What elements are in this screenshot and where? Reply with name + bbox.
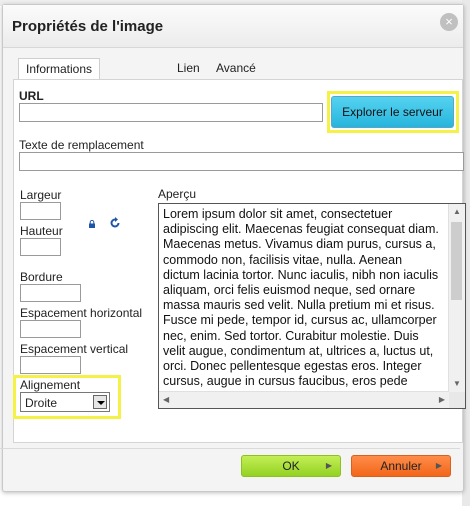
preview-box: Lorem ipsum dolor sit amet, consectetuer…	[158, 203, 466, 409]
height-input[interactable]	[20, 238, 61, 256]
close-button[interactable]: ×	[440, 13, 458, 31]
tab-link[interactable]: Lien	[170, 58, 207, 78]
hspace-label: Espacement horizontal	[20, 306, 143, 320]
preview-text: Lorem ipsum dolor sit amet, consectetuer…	[163, 207, 439, 390]
border-input[interactable]	[20, 284, 81, 302]
preview-label: Aperçu	[158, 187, 197, 201]
dialog-titlebar[interactable]: Propriétés de l'image ×	[3, 5, 463, 48]
alt-text-label: Texte de remplacement	[19, 138, 144, 152]
scroll-up-icon[interactable]: ▲	[453, 208, 461, 216]
footer-divider	[0, 448, 460, 449]
chevron-right-icon: ▶	[435, 461, 442, 470]
border-label: Bordure	[20, 270, 63, 284]
width-input[interactable]	[20, 202, 61, 220]
scroll-right-icon[interactable]: ▶	[439, 396, 445, 404]
width-label: Largeur	[20, 188, 62, 202]
cancel-button-label: Annuler	[380, 459, 422, 473]
alignment-label: Alignement	[20, 378, 81, 392]
alignment-select-value: Droite	[25, 396, 58, 410]
cancel-button[interactable]: Annuler ▶	[351, 455, 451, 477]
chevron-right-icon: ▶	[325, 461, 332, 470]
alt-text-input[interactable]	[19, 152, 464, 171]
height-label: Hauteur	[20, 224, 63, 238]
url-label: URL	[19, 89, 44, 103]
tab-advanced[interactable]: Avancé	[209, 58, 263, 78]
lock-icon[interactable]	[88, 220, 96, 228]
scroll-left-icon[interactable]: ◀	[163, 396, 169, 404]
ok-button[interactable]: OK ▶	[241, 455, 341, 477]
preview-scroll-thumb[interactable]	[451, 222, 462, 300]
alignment-select[interactable]: Droite	[20, 392, 110, 412]
ok-button-label: OK	[282, 459, 300, 473]
browse-server-button[interactable]: Explorer le serveur	[331, 96, 454, 128]
vspace-label: Espacement vertical	[20, 342, 129, 356]
scrollbar-corner	[449, 392, 465, 408]
preview-vertical-scrollbar[interactable]: ▲ ▼	[448, 204, 465, 392]
dialog-title: Propriétés de l'image	[12, 18, 164, 35]
tab-image-info[interactable]: Informations sur l'image	[18, 58, 101, 96]
preview-horizontal-scrollbar[interactable]: ◀ ▶	[159, 391, 449, 408]
hspace-input[interactable]	[20, 320, 81, 338]
scroll-down-icon[interactable]: ▼	[453, 380, 461, 388]
vspace-input[interactable]	[20, 356, 81, 374]
reset-size-icon[interactable]	[109, 217, 121, 229]
chevron-down-icon[interactable]	[93, 395, 107, 409]
url-input[interactable]	[19, 103, 323, 122]
